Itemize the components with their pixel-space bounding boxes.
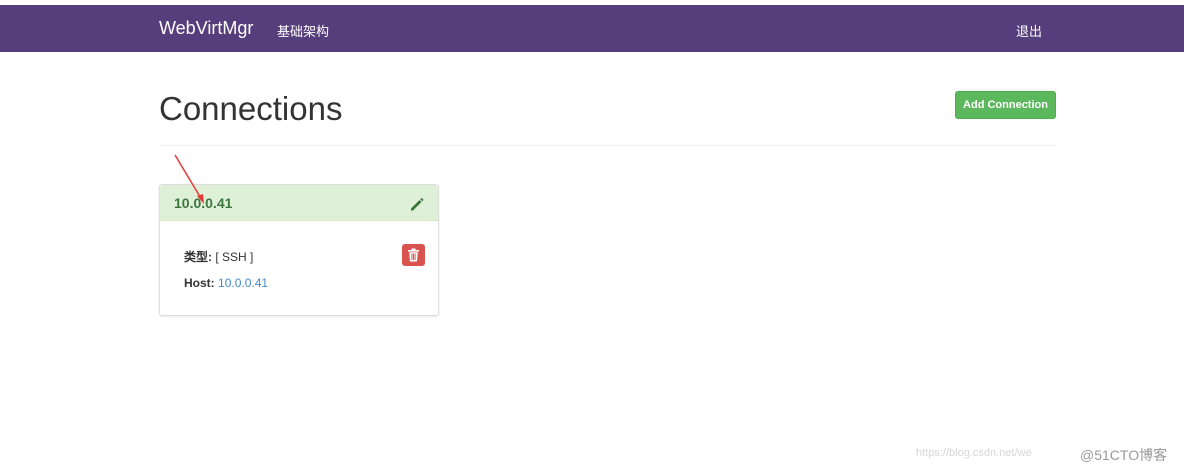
type-value: [ SSH ]: [215, 250, 254, 264]
delete-connection-button[interactable]: [402, 244, 425, 266]
trash-icon: [408, 248, 419, 262]
logout-link[interactable]: 退出: [1016, 21, 1042, 40]
add-connection-button[interactable]: Add Connection: [955, 91, 1056, 119]
top-navbar: WebVirtMgr 基础架构 退出: [0, 5, 1184, 52]
connection-host-row: Host: 10.0.0.41: [184, 276, 268, 290]
page-title: Connections: [159, 90, 343, 127]
connection-type-row: 类型: [ SSH ]: [184, 248, 253, 265]
nav-link-infrastructure[interactable]: 基础架构: [277, 21, 329, 40]
annotation-arrow-icon: [174, 154, 204, 204]
watermark-brand: @51CTO博客: [1080, 447, 1168, 463]
pencil-icon[interactable]: [408, 195, 426, 213]
header-divider: [159, 145, 1056, 146]
type-label: 类型:: [184, 250, 212, 264]
brand-link[interactable]: WebVirtMgr: [159, 18, 253, 39]
host-value-link[interactable]: 10.0.0.41: [218, 276, 268, 290]
host-label: Host:: [184, 276, 215, 290]
watermark-url: https://blog.csdn.net/we: [916, 447, 1032, 459]
